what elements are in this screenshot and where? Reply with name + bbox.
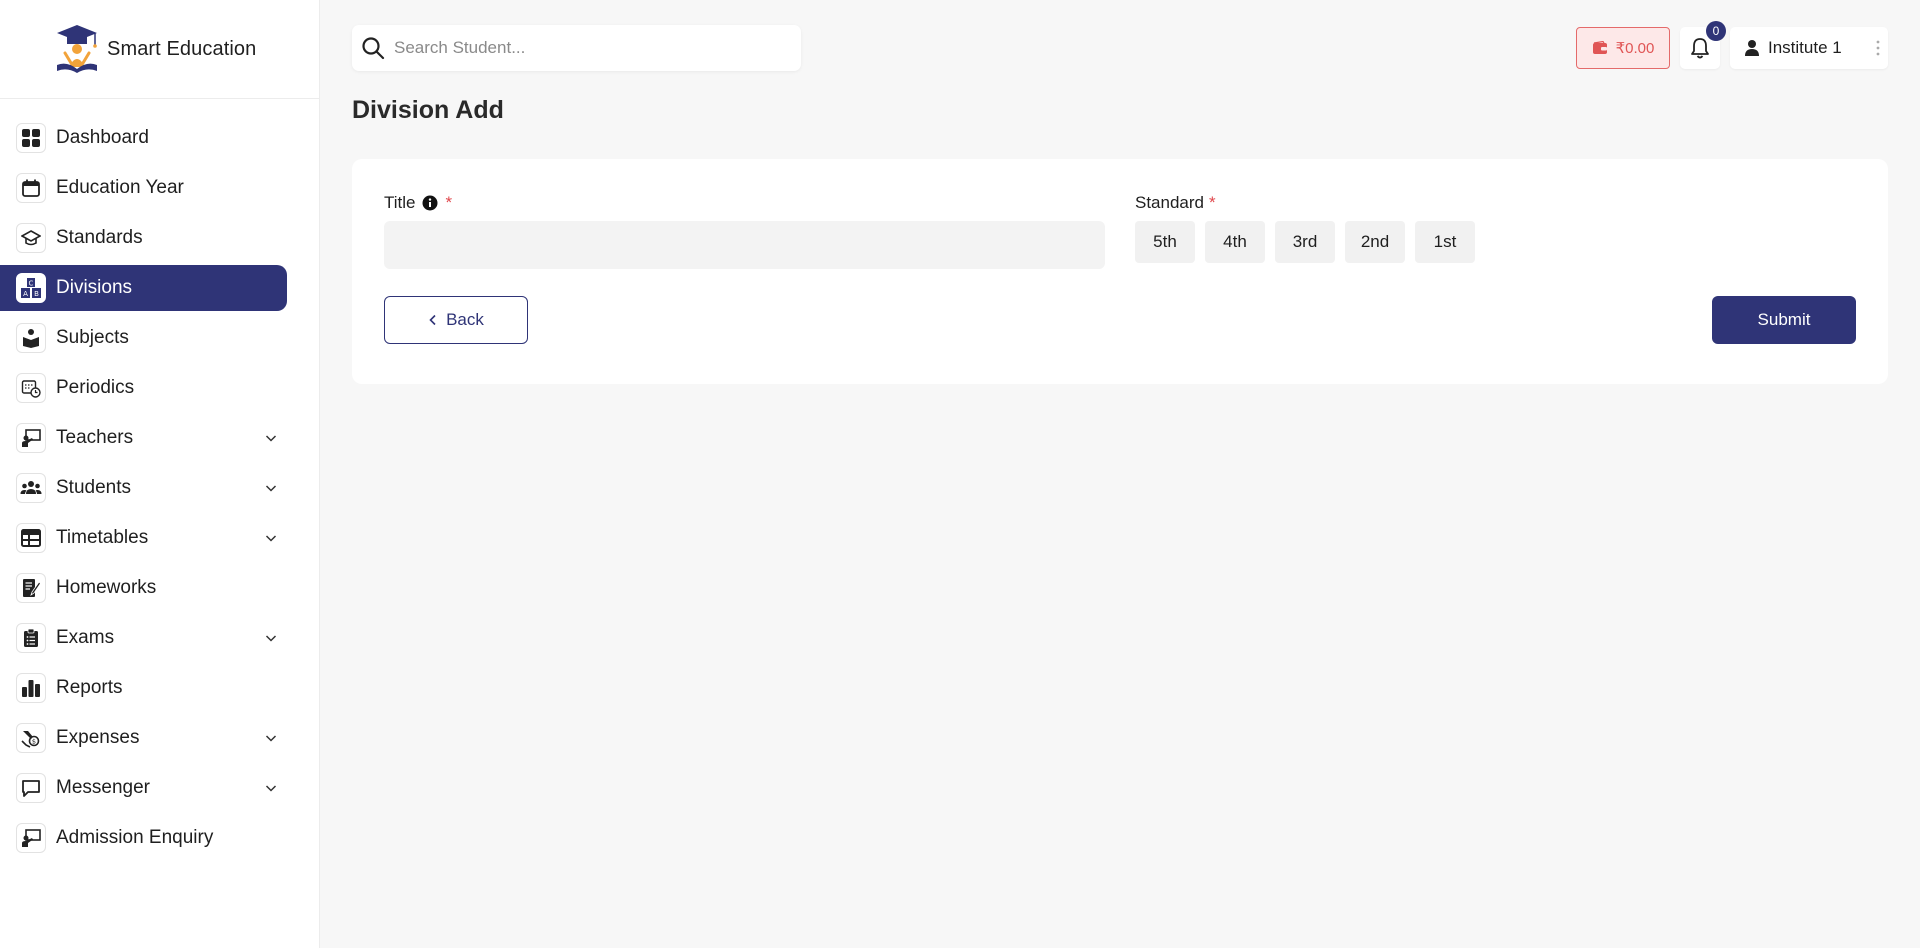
back-button-label: Back: [446, 310, 484, 329]
required-marker: *: [445, 193, 453, 212]
sidebar-item-standards[interactable]: Standards: [0, 215, 287, 261]
calendar-icon: [16, 173, 46, 203]
search-bar[interactable]: [352, 25, 801, 71]
title-field-label: Title *: [384, 193, 452, 213]
sidebar-item-label: Periodics: [56, 377, 135, 398]
standard-options: 5th 4th 3rd 2nd 1st: [1135, 221, 1485, 263]
info-icon[interactable]: [422, 195, 438, 211]
sidebar-item-students[interactable]: Students: [0, 465, 287, 511]
wallet-amount: ₹0.00: [1615, 40, 1655, 57]
reading-person-icon: [16, 323, 46, 353]
svg-text:C: C: [29, 280, 34, 288]
hand-money-icon: $: [16, 723, 46, 753]
sidebar-item-periodics[interactable]: Periodics: [0, 365, 287, 411]
abc-blocks-icon: CAB: [16, 273, 46, 303]
user-name: Institute 1: [1768, 38, 1842, 57]
standard-option-1st[interactable]: 1st: [1415, 221, 1475, 263]
division-form-card: Title * Standard * 5th 4th 3rd 2nd 1st B…: [352, 159, 1888, 384]
chevron-down-icon: [265, 435, 277, 442]
bell-icon: [1691, 38, 1709, 59]
sidebar-item-reports[interactable]: Reports: [0, 665, 287, 711]
sidebar-item-subjects[interactable]: Subjects: [0, 315, 287, 361]
sidebar-item-expenses[interactable]: $ Expenses: [0, 715, 287, 761]
sidebar-item-label: Messenger: [56, 777, 150, 798]
calendar-clock-icon: [16, 373, 46, 403]
teacher-board-icon: [16, 423, 46, 453]
back-button[interactable]: Back: [384, 296, 528, 344]
sidebar-item-exams[interactable]: Exams: [0, 615, 287, 661]
more-vertical-icon[interactable]: [1876, 40, 1880, 56]
svg-text:$: $: [32, 738, 36, 746]
sidebar-item-label: Reports: [56, 677, 123, 698]
standard-label-text: Standard: [1135, 193, 1204, 212]
search-icon: [362, 37, 385, 60]
svg-text:A: A: [23, 290, 28, 298]
sidebar-item-label: Dashboard: [56, 127, 149, 148]
title-input[interactable]: [384, 221, 1105, 269]
sidebar-item-education-year[interactable]: Education Year: [0, 165, 287, 211]
sidebar-nav: Dashboard Education Year Standards CAB D…: [0, 99, 319, 861]
sidebar-item-label: Expenses: [56, 727, 140, 748]
svg-text:B: B: [34, 290, 39, 298]
notifications-button[interactable]: 0: [1680, 21, 1726, 69]
chevron-down-icon: [265, 535, 277, 542]
sidebar: Smart Education Dashboard Education Year…: [0, 0, 320, 948]
page-title: Division Add: [352, 96, 504, 124]
sidebar-item-dashboard[interactable]: Dashboard: [0, 115, 287, 161]
wallet-icon: [1592, 41, 1607, 54]
user-menu-button[interactable]: Institute 1: [1730, 27, 1888, 69]
table-icon: [16, 523, 46, 553]
graduation-cap-logo: [57, 25, 97, 73]
chevron-down-icon: [265, 735, 277, 742]
notebook-pen-icon: [16, 573, 46, 603]
standard-option-4th[interactable]: 4th: [1205, 221, 1265, 263]
sidebar-item-teachers[interactable]: Teachers: [0, 415, 287, 461]
chevron-down-icon: [265, 485, 277, 492]
user-icon: [1745, 40, 1759, 56]
dashboard-grid-icon: [16, 123, 46, 153]
sidebar-item-label: Education Year: [56, 177, 184, 198]
brand-name: Smart Education: [107, 37, 257, 60]
sidebar-item-label: Exams: [56, 627, 115, 648]
chat-bubble-icon: [16, 773, 46, 803]
clipboard-list-icon: [16, 623, 46, 653]
sidebar-item-admission-enquiry[interactable]: Admission Enquiry: [0, 815, 287, 861]
sidebar-item-label: Admission Enquiry: [56, 827, 214, 848]
sidebar-item-messenger[interactable]: Messenger: [0, 765, 287, 811]
mortarboard-icon: [16, 223, 46, 253]
standard-option-2nd[interactable]: 2nd: [1345, 221, 1405, 263]
sidebar-item-label: Divisions: [56, 277, 133, 298]
sidebar-item-label: Teachers: [56, 427, 134, 448]
wallet-balance-button[interactable]: ₹0.00: [1576, 27, 1670, 69]
sidebar-item-label: Subjects: [56, 327, 129, 348]
standard-option-5th[interactable]: 5th: [1135, 221, 1195, 263]
sidebar-item-homeworks[interactable]: Homeworks: [0, 565, 287, 611]
chevron-left-icon: [429, 314, 436, 326]
submit-button[interactable]: Submit: [1712, 296, 1856, 344]
chevron-down-icon: [265, 785, 277, 792]
sidebar-item-divisions[interactable]: CAB Divisions: [0, 265, 287, 311]
sidebar-item-label: Students: [56, 477, 131, 498]
sidebar-item-label: Homeworks: [56, 577, 157, 598]
sidebar-item-label: Standards: [56, 227, 143, 248]
standard-field-label: Standard *: [1135, 193, 1216, 213]
chevron-down-icon: [265, 635, 277, 642]
brand[interactable]: Smart Education: [0, 0, 319, 99]
notification-count-badge: 0: [1706, 21, 1726, 41]
standard-option-3rd[interactable]: 3rd: [1275, 221, 1335, 263]
required-marker: *: [1209, 193, 1216, 212]
sidebar-item-label: Timetables: [56, 527, 149, 548]
sidebar-item-timetables[interactable]: Timetables: [0, 515, 287, 561]
users-group-icon: [16, 473, 46, 503]
bar-chart-icon: [16, 673, 46, 703]
search-input[interactable]: [394, 38, 774, 58]
teacher-board-icon: [16, 823, 46, 853]
title-label-text: Title: [384, 193, 416, 212]
